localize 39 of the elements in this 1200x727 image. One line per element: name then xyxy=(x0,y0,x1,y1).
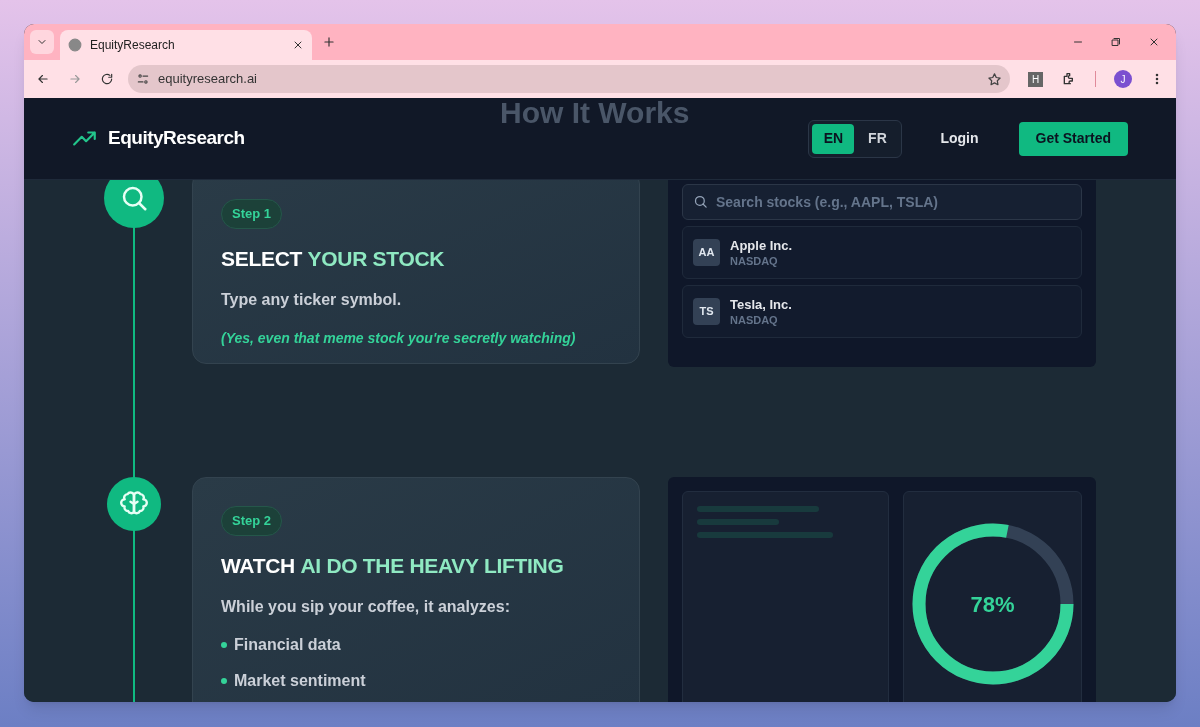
language-option[interactable]: EN xyxy=(812,123,855,154)
section-heading: How It Works xyxy=(500,98,690,131)
search-icon xyxy=(693,194,708,209)
back-icon[interactable] xyxy=(36,72,50,86)
step-note: (Yes, even that meme stock you're secretly watching) xyxy=(221,329,577,348)
stock-exchange: NASDAQ xyxy=(730,312,779,327)
logo-text: EquityResearch xyxy=(108,126,245,151)
search-field[interactable]: Search stocks (e.g., AAPL, TSLA) xyxy=(682,184,1082,220)
stock-result[interactable]: TS Tesla, Inc. NASDAQ xyxy=(682,285,1082,338)
step-description: Type any ticker symbol. xyxy=(221,290,403,310)
stock-result[interactable]: AA Apple Inc. NASDAQ xyxy=(682,226,1082,279)
stock-exchange: NASDAQ xyxy=(730,253,779,268)
language-option[interactable]: FR xyxy=(856,123,899,154)
step-description: While you sip your coffee, it analyzes: xyxy=(221,597,511,617)
browser-tab[interactable]: EquityResearch xyxy=(60,30,312,60)
stock-name: Apple Inc. xyxy=(730,237,793,254)
star-icon[interactable] xyxy=(987,71,1002,87)
address-bar[interactable]: equityresearch.ai xyxy=(128,65,1010,93)
step-badge: Step 1 xyxy=(221,199,282,229)
close-icon[interactable] xyxy=(1148,36,1160,48)
step-badge: Step 2 xyxy=(221,506,282,536)
login-link[interactable]: Login xyxy=(938,128,981,149)
plus-icon[interactable] xyxy=(322,35,336,49)
step-title: WATCH AI DO THE HEAVY LIFTING xyxy=(221,552,565,579)
bullet-text: Financial data xyxy=(234,635,341,655)
stock-name: Tesla, Inc. xyxy=(730,296,792,313)
reload-icon[interactable] xyxy=(100,72,114,86)
ticker-avatar: TS xyxy=(693,298,720,325)
close-icon[interactable] xyxy=(292,39,304,51)
bullet-text: Market sentiment xyxy=(234,671,366,691)
ticker-avatar: AA xyxy=(693,239,720,266)
step-title: SELECT YOUR STOCK xyxy=(221,245,446,272)
progress-reading: 78% xyxy=(969,590,1016,619)
restore-icon[interactable] xyxy=(1110,36,1122,48)
tune-icon[interactable] xyxy=(136,72,150,86)
profile-avatar[interactable]: J xyxy=(1114,70,1132,88)
get-started-button[interactable]: Get Started xyxy=(1018,121,1128,156)
extension-icon[interactable]: H xyxy=(1028,71,1043,87)
tab-title: EquityResearch xyxy=(90,37,176,54)
